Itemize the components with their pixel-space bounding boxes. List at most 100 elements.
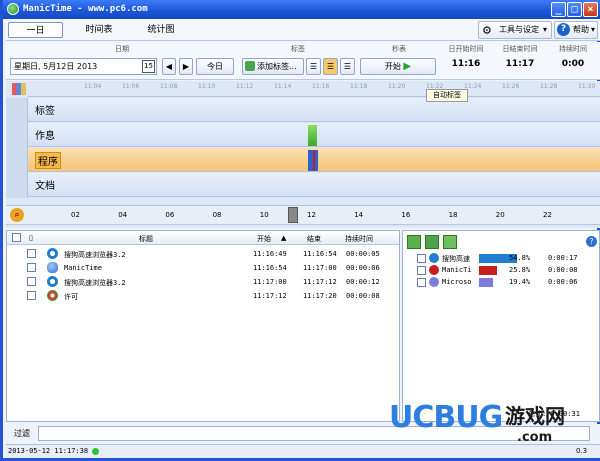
detail-view-icon[interactable]: ☰ bbox=[323, 58, 338, 75]
summary-checkbox[interactable] bbox=[417, 254, 426, 263]
row-checkbox[interactable] bbox=[27, 291, 36, 300]
summary-panel: ? 搜狗高速 54.8% 0:00:17 ManicTi 25.8% 0:00:08 Mic… bbox=[402, 230, 600, 422]
sogou-icon bbox=[47, 276, 58, 287]
activity-segment[interactable] bbox=[308, 125, 317, 146]
summary-row[interactable]: 搜狗高速 54.8% 0:00:17 bbox=[403, 253, 599, 265]
license-icon bbox=[47, 290, 58, 301]
summary-duration: 0:00:08 bbox=[548, 266, 578, 274]
lane-gutter bbox=[6, 98, 28, 198]
axis-hour-label: 22 bbox=[543, 211, 552, 219]
list-view-icon[interactable]: ☰ bbox=[306, 58, 321, 75]
column-end[interactable]: 结束 bbox=[307, 234, 321, 244]
lane-documents[interactable]: 文档 bbox=[6, 173, 600, 197]
next-day-button[interactable]: ▶ bbox=[179, 58, 193, 75]
summary-duration: 0:00:06 bbox=[548, 278, 578, 286]
column-start[interactable]: 开始 bbox=[257, 234, 271, 244]
tab-day[interactable]: 一日 bbox=[8, 22, 63, 38]
sort-asc-icon: ▲ bbox=[281, 234, 287, 242]
row-duration: 00:00:08 bbox=[346, 292, 380, 300]
ruler-tick-label: 11:26 bbox=[502, 83, 520, 90]
axis-hour-label: 02 bbox=[71, 211, 80, 219]
compact-view-icon[interactable]: ☰ bbox=[340, 58, 355, 75]
add-icon[interactable] bbox=[407, 235, 421, 249]
watermark-domain: .com bbox=[517, 430, 553, 445]
title-bar: ManicTime - www.pc6.com _ □ × bbox=[3, 0, 600, 19]
previous-day-button[interactable]: ◀ bbox=[162, 58, 176, 75]
tags-header: 标签 bbox=[291, 45, 305, 53]
help-button[interactable]: ? 帮助 ▾ bbox=[554, 21, 598, 39]
row-end: 11:16:54 bbox=[303, 250, 337, 258]
axis-hour-label: 08 bbox=[212, 211, 222, 219]
row-title: 许可 bbox=[64, 293, 78, 301]
axis-hour-label: 18 bbox=[448, 211, 458, 219]
stopwatch-header: 秒表 bbox=[392, 45, 406, 53]
start-stopwatch-button[interactable]: 开始 ▶ bbox=[360, 58, 436, 75]
row-title: 搜狗高速浏览器3.2 bbox=[64, 251, 126, 259]
list-row[interactable]: 搜狗高速浏览器3.2 11:16:49 11:16:54 00:00:05 bbox=[7, 247, 399, 261]
activity-list: ▯ 标题 开始 ▲ 结束 持续时间 搜狗高速浏览器3.2 11:16:49 11:1… bbox=[6, 230, 400, 422]
control-strip: 日期 星期日, 5月12日 2013 15 ◀ ▶ 今日 标签 添加标签... … bbox=[6, 42, 600, 80]
lane-activity[interactable]: 作息 bbox=[6, 123, 600, 147]
ruler-tick-label: 11:14 bbox=[274, 83, 292, 90]
tab-stats[interactable]: 统计图 bbox=[136, 22, 186, 38]
maximize-button[interactable]: □ bbox=[567, 2, 582, 17]
row-checkbox[interactable] bbox=[27, 249, 36, 258]
minus-icon[interactable] bbox=[443, 235, 457, 249]
filter-label: 过滤 bbox=[14, 429, 30, 438]
time-ruler: 11:04 11:06 11:08 11:10 11:12 11:14 11:16 11:18… bbox=[28, 81, 600, 97]
today-button[interactable]: 今日 bbox=[196, 58, 234, 75]
lane-label: 程序 bbox=[35, 152, 61, 169]
summary-row[interactable]: Microso 19.4% 0:00:06 bbox=[403, 277, 599, 289]
tools-settings-button[interactable]: ⚙ 工具与设定 ▾ bbox=[478, 21, 552, 39]
ruler-tick-label: 11:28 bbox=[540, 83, 558, 90]
summary-percent: 54.8% bbox=[509, 254, 531, 262]
column-title[interactable]: 标题 bbox=[139, 234, 153, 244]
day-axis[interactable]: ⌕ 02 04 06 08 10 12 14 16 18 20 22 bbox=[6, 205, 600, 225]
lane-label: 作息 bbox=[35, 131, 55, 142]
duration-header: 持续时间 bbox=[559, 45, 587, 53]
duration-value: 0:00 bbox=[561, 59, 585, 69]
app-icon bbox=[7, 3, 19, 15]
calendar-icon[interactable]: 15 bbox=[142, 60, 155, 73]
date-field[interactable]: 星期日, 5月12日 2013 15 bbox=[10, 58, 157, 75]
sogou-icon bbox=[47, 248, 58, 259]
summary-checkbox[interactable] bbox=[417, 266, 426, 275]
ruler-tick-label: 11:04 bbox=[84, 83, 102, 90]
ruler-tick-label: 11:10 bbox=[198, 83, 216, 90]
row-end: 11:17:20 bbox=[303, 292, 337, 300]
axis-hour-label: 06 bbox=[165, 211, 175, 219]
summary-row[interactable]: ManicTi 25.8% 0:00:08 bbox=[403, 265, 599, 277]
summary-checkbox[interactable] bbox=[417, 278, 426, 287]
watermark-cn: 游戏网 bbox=[505, 404, 566, 428]
color-legend-icon[interactable] bbox=[12, 83, 26, 95]
tab-timeline[interactable]: 时间表 bbox=[74, 22, 124, 38]
axis-hour-label: 20 bbox=[495, 211, 505, 219]
add-tag-button[interactable]: 添加标签... bbox=[242, 58, 304, 75]
select-all-checkbox[interactable] bbox=[12, 233, 21, 242]
refresh-icon[interactable] bbox=[425, 235, 439, 249]
row-start: 11:16:49 bbox=[253, 250, 287, 258]
time-slider[interactable] bbox=[288, 207, 298, 223]
app-segment-sogou[interactable] bbox=[315, 150, 318, 171]
lane-tags[interactable]: ▼ 标签 bbox=[6, 98, 600, 122]
row-checkbox[interactable] bbox=[27, 277, 36, 286]
summary-bar bbox=[479, 266, 497, 275]
summary-percent: 19.4% bbox=[509, 278, 531, 286]
row-end: 11:17:00 bbox=[303, 264, 337, 272]
tools-settings-label: 工具与设定 bbox=[499, 25, 539, 34]
row-title: ManicTime bbox=[64, 264, 102, 272]
minimize-button[interactable]: _ bbox=[551, 2, 566, 17]
help-icon[interactable]: ? bbox=[586, 236, 597, 247]
list-row[interactable]: 搜狗高速浏览器3.2 11:17:00 11:17:12 00:00:12 bbox=[7, 275, 399, 289]
zoom-icon[interactable]: ⌕ bbox=[10, 208, 24, 222]
lane-applications[interactable]: 程序 bbox=[6, 148, 600, 172]
column-duration[interactable]: 持续时间 bbox=[345, 234, 373, 244]
day-end-value: 11:17 bbox=[505, 59, 535, 69]
version-label: 0.3 bbox=[576, 447, 588, 455]
close-button[interactable]: × bbox=[583, 2, 598, 17]
ruler-tick-label: 11:18 bbox=[350, 83, 368, 90]
row-checkbox[interactable] bbox=[27, 263, 36, 272]
list-row[interactable]: ManicTime 11:16:54 11:17:00 00:00:06 bbox=[7, 261, 399, 275]
list-row[interactable]: 许可 11:17:12 11:17:20 00:00:08 bbox=[7, 289, 399, 303]
add-tag-icon bbox=[245, 61, 255, 71]
